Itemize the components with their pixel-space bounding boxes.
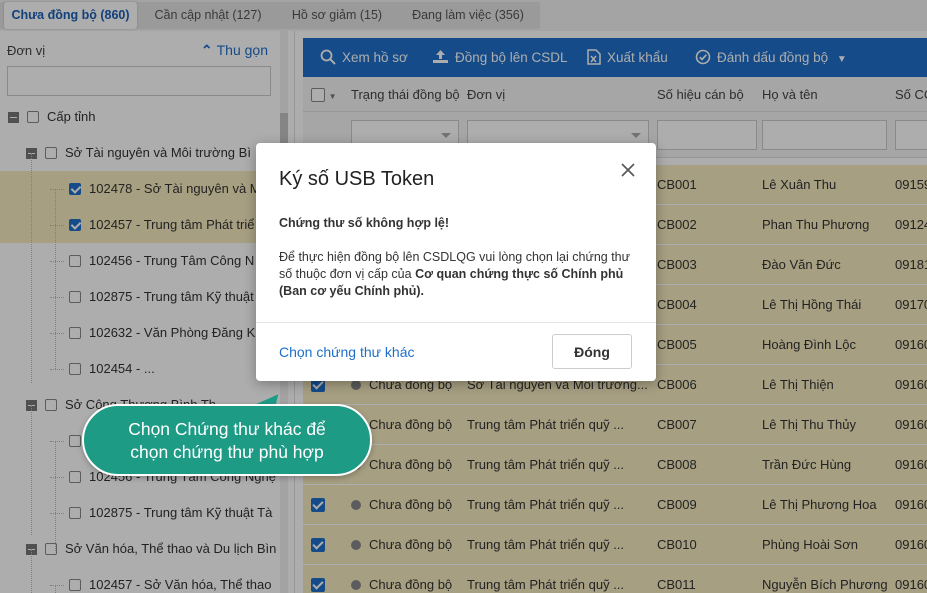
callout-line-1: Chọn Chứng thư khác để [128,419,326,439]
dialog-error-message: Chứng thư số không hợp lệ! [279,216,450,230]
close-icon[interactable] [618,161,638,181]
dialog-body: Chứng thư số không hợp lệ! Để thực hiện … [279,215,639,300]
instruction-callout: Chọn Chứng thư khác để chọn chứng thư ph… [82,404,372,476]
dialog-close-button[interactable]: Đóng [552,334,632,369]
choose-other-certificate-link[interactable]: Chọn chứng thư khác [279,344,415,360]
dialog-message: Để thực hiện đồng bộ lên CSDLQG vui lòng… [279,249,639,300]
dialog-divider [256,322,656,323]
usb-token-dialog: Ký số USB Token Chứng thư số không hợp l… [256,143,656,381]
dialog-title: Ký số USB Token [279,168,435,190]
callout-line-2: chọn chứng thư phù hợp [130,442,324,462]
